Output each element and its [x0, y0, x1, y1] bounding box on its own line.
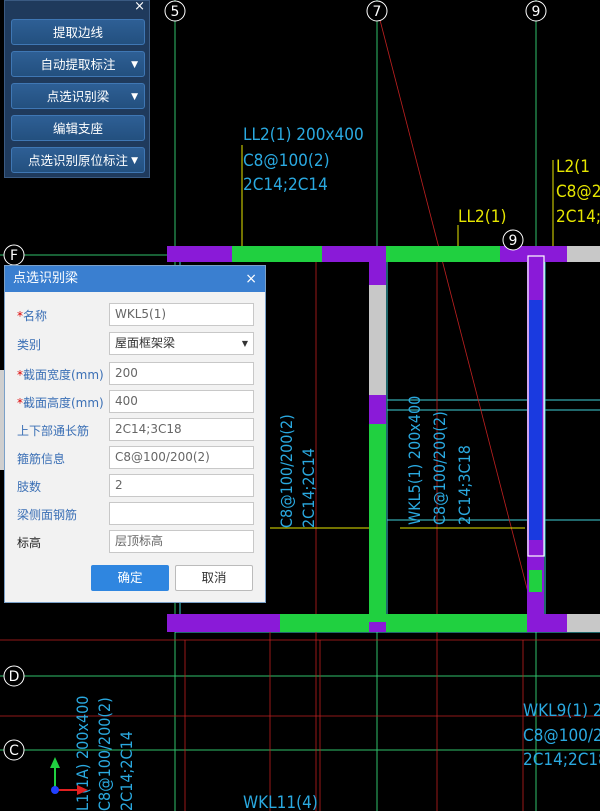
chevron-down-icon[interactable]: ▼: [131, 52, 138, 78]
section-height-label: *截面高度(mm): [17, 396, 104, 410]
long-rebar-input[interactable]: 2C14;3C18: [109, 418, 254, 441]
axis-f-label: F: [10, 248, 18, 264]
elevation-input[interactable]: 层顶标高: [109, 530, 254, 553]
chevron-down-icon[interactable]: ▼: [131, 84, 138, 110]
annotation-bottomleft-line1: L1(1A) 200x400: [73, 696, 92, 811]
confirm-button[interactable]: 确定: [91, 565, 169, 591]
axis-c-label: C: [9, 743, 19, 759]
close-icon[interactable]: ×: [245, 266, 257, 292]
field-row-side-rebar: 梁侧面钢筋: [5, 502, 265, 526]
annotation-l2-line2: C8@20: [556, 182, 600, 202]
axis-7-label: 7: [373, 4, 382, 20]
stirrup-input[interactable]: C8@100/200(2): [109, 446, 254, 469]
section-height-input[interactable]: 400: [109, 390, 254, 413]
field-row-name: *名称 WKL5(1): [5, 303, 265, 327]
side-rebar-label: 梁侧面钢筋: [17, 508, 78, 522]
field-row-elevation: 标高 层顶标高: [5, 530, 265, 554]
section-width-label: *截面宽度(mm): [17, 368, 104, 382]
annotation-wkl11: WKL11(4): [243, 793, 318, 811]
edit-support-button[interactable]: 编辑支座: [11, 115, 145, 141]
beam-recognition-toolbar: × 提取边线 自动提取标注 ▼ 点选识别梁 ▼ 编辑支座 点选识别原位标注 ▼: [4, 0, 150, 178]
auto-extract-annotation-label: 自动提取标注: [40, 57, 116, 72]
toolbar-close-icon[interactable]: ×: [134, 0, 145, 14]
auto-extract-annotation-button[interactable]: 自动提取标注 ▼: [11, 51, 145, 77]
field-row-long-rebar: 上下部通长筋 2C14;3C18: [5, 418, 265, 442]
elevation-label: 标高: [17, 536, 42, 550]
extract-edge-label: 提取边线: [52, 25, 103, 40]
extract-edge-button[interactable]: 提取边线: [11, 19, 145, 45]
annotation-wkl5-line3: 2C14;3C18: [455, 445, 474, 525]
edit-support-label: 编辑支座: [52, 121, 103, 136]
long-rebar-label: 上下部通长筋: [17, 424, 90, 438]
legs-input[interactable]: 2: [109, 474, 254, 497]
stirrup-label: 箍筋信息: [17, 452, 66, 466]
axis-9-label: 9: [532, 4, 541, 20]
pick-identify-beam-label: 点选识别梁: [46, 89, 110, 104]
name-label: *名称: [17, 309, 48, 323]
dialog-title-bar[interactable]: 点选识别梁 ×: [5, 266, 265, 292]
side-rebar-input[interactable]: [109, 502, 254, 525]
axis-d-label: D: [9, 669, 20, 685]
annotation-bottomleft-line2: C8@100/200(2): [95, 697, 114, 811]
axis-5-label: 5: [171, 4, 180, 20]
name-input[interactable]: WKL5(1): [109, 303, 254, 326]
dropdown-arrow-icon: ▼: [241, 339, 248, 348]
annotation-l2-line1: L2(1: [556, 157, 590, 177]
annotation-wkl9-line2: C8@100/20: [523, 726, 600, 746]
section-width-input[interactable]: 200: [109, 362, 254, 385]
field-row-height: *截面高度(mm) 400: [5, 390, 265, 414]
pick-identify-original-annotation-label: 点选识别原位标注: [27, 153, 128, 168]
legs-label: 肢数: [17, 480, 42, 494]
dialog-title: 点选识别梁: [13, 271, 79, 286]
category-select[interactable]: 屋面框架梁 ▼: [109, 332, 254, 355]
cancel-button[interactable]: 取消: [175, 565, 253, 591]
annotation-l2-line3: 2C14;: [556, 207, 600, 227]
annotation-wkl5-line2: C8@100/200(2): [430, 411, 449, 525]
chevron-down-icon[interactable]: ▼: [131, 148, 138, 174]
field-row-category: 类别 屋面框架梁 ▼: [5, 332, 265, 356]
annotation-ll2-line2: C8@100(2): [243, 151, 330, 171]
pick-identify-original-annotation-button[interactable]: 点选识别原位标注 ▼: [11, 147, 145, 173]
annotation-wkl5-line1: WKL5(1) 200x400: [405, 396, 424, 525]
annotation-left-line1: C8@100/200(2): [277, 414, 296, 528]
field-row-stirrup: 箍筋信息 C8@100/200(2): [5, 446, 265, 470]
axis-9b-label: 9: [509, 233, 518, 249]
annotation-ll2-small: LL2(1): [458, 207, 506, 227]
annotation-wkl9-line1: WKL9(1) 2: [523, 701, 600, 721]
category-label: 类别: [17, 338, 42, 352]
annotation-wkl9-line3: 2C14;2C18: [523, 750, 600, 770]
identify-beam-dialog: 点选识别梁 × *名称 WKL5(1) 类别 屋面框架梁 ▼ *截面宽度(mm) …: [4, 265, 266, 603]
pick-identify-beam-button[interactable]: 点选识别梁 ▼: [11, 83, 145, 109]
field-row-legs: 肢数 2: [5, 474, 265, 498]
annotation-ll2-line1: LL2(1) 200x400: [243, 125, 364, 145]
field-row-width: *截面宽度(mm) 200: [5, 362, 265, 386]
annotation-bottomleft-line3: 2C14;2C14: [117, 731, 136, 811]
annotation-ll2-line3: 2C14;2C14: [243, 175, 328, 195]
annotation-left-line2: 2C14;2C14: [299, 448, 318, 528]
